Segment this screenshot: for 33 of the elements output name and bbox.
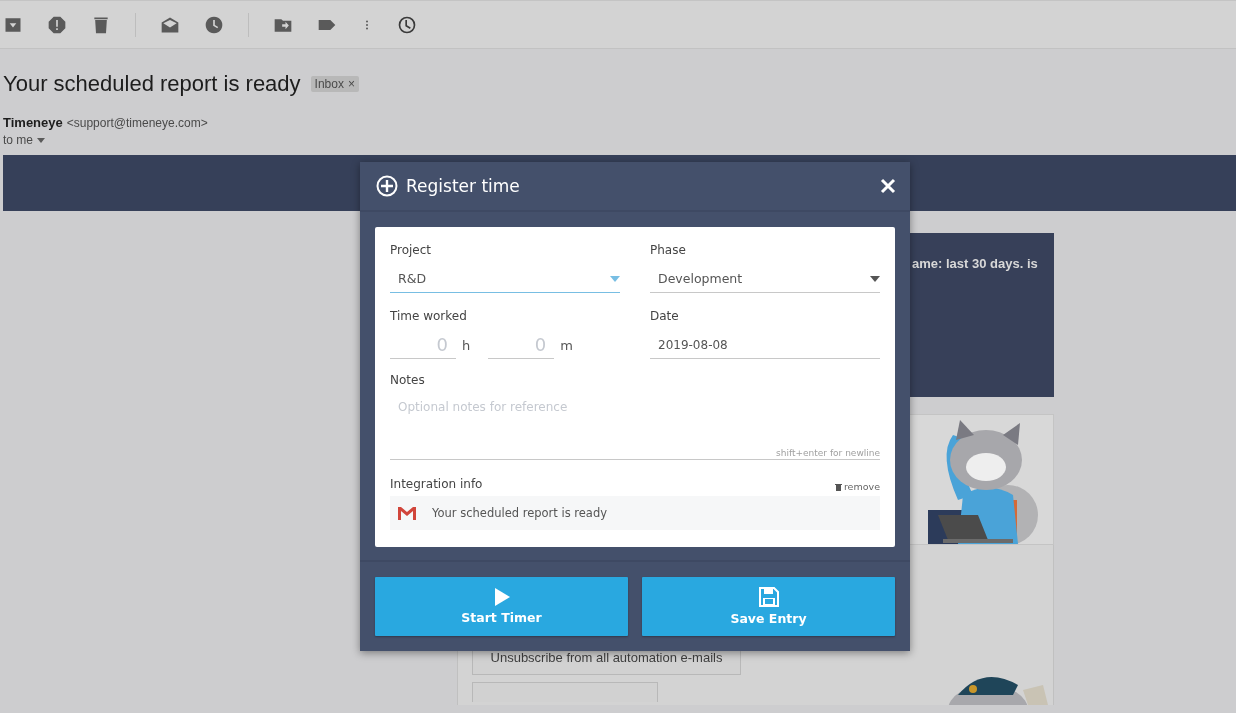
dialog-title: Register time: [406, 176, 521, 196]
date-field[interactable]: 2019-08-08: [650, 331, 880, 359]
field-label: Date: [650, 309, 680, 324]
clock-icon[interactable]: [204, 14, 224, 35]
caret-icon[interactable]: [37, 137, 45, 143]
label-chip[interactable]: Inbox ×: [310, 76, 359, 92]
remove-link[interactable]: remove: [834, 481, 880, 492]
minutes-field[interactable]: 0: [488, 331, 555, 359]
recipient-text: to me: [3, 133, 33, 147]
field-label: Notes: [390, 373, 426, 388]
dropdown-field[interactable]: Development: [650, 265, 880, 293]
integration-text: Your scheduled report is ready: [432, 506, 608, 520]
report-spam-icon[interactable]: [47, 14, 67, 35]
unit-text: h: [462, 337, 471, 353]
hours-field[interactable]: 0: [390, 331, 456, 359]
dropdown-caret-icon: [870, 275, 880, 282]
dropdown-field[interactable]: R&D: [390, 265, 620, 293]
sender-email: <support@timeneye.com>: [66, 116, 208, 130]
email-subject: Your scheduled report is ready: [3, 71, 301, 97]
report-text: ame: last 30 days. is: [912, 256, 1038, 271]
hint-text: shift+enter for newline: [776, 448, 880, 460]
field-label: Phase: [650, 243, 687, 258]
plus-circle-icon: [376, 175, 398, 197]
play-icon: [493, 588, 510, 606]
field-label: Project: [390, 243, 433, 258]
clock-icon[interactable]: [397, 14, 417, 35]
close-icon[interactable]: [880, 178, 896, 194]
field-label: Time worked: [390, 309, 468, 324]
unit-text: m: [560, 337, 573, 353]
dropdown-caret-icon: [610, 275, 620, 282]
trash-icon: [834, 482, 842, 491]
field-label: Integration info: [390, 477, 483, 492]
sender-name: Timeneye: [3, 115, 63, 130]
